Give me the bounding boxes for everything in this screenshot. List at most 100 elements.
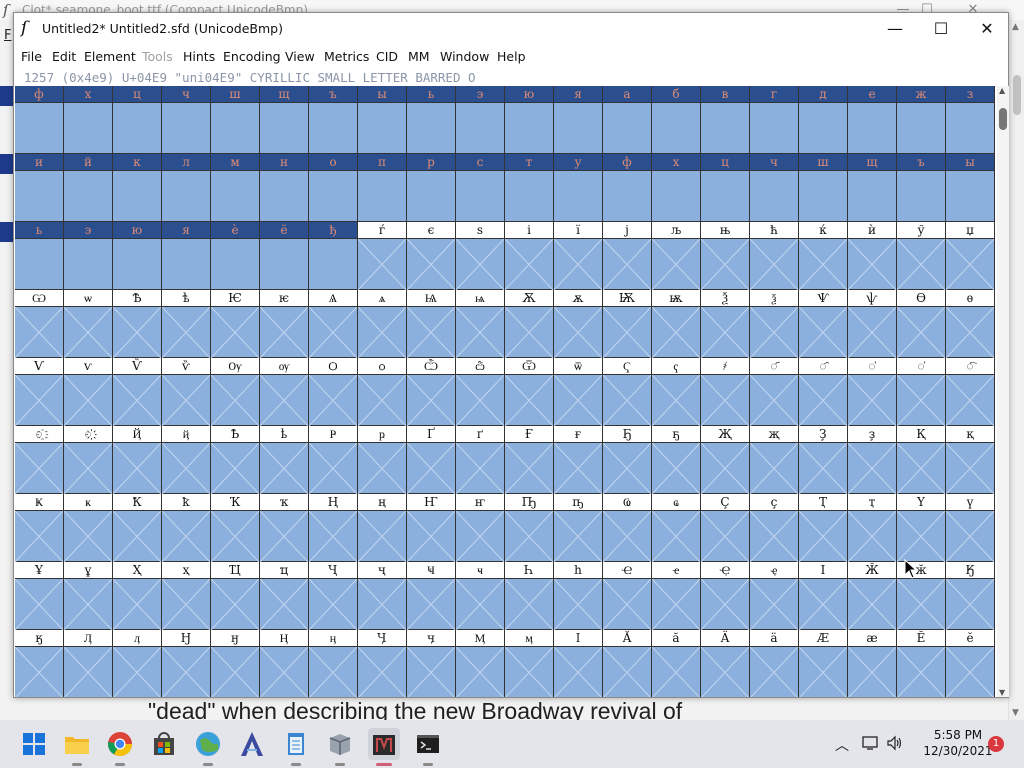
glyph-cell[interactable]: ◌҅: [848, 358, 897, 426]
glyph-cell[interactable]: ь: [407, 86, 456, 154]
glyph-cell[interactable]: п: [358, 154, 407, 222]
glyph-cell[interactable]: ◌҃: [750, 358, 799, 426]
taskbar-clock[interactable]: 5:58 PM 12/30/2021: [918, 727, 998, 759]
glyph-cell[interactable]: м: [211, 154, 260, 222]
glyph-cell[interactable]: Ӈ: [162, 630, 211, 697]
glyph-cell[interactable]: Ѥ: [211, 290, 260, 358]
glyph-cell[interactable]: Ӊ: [260, 630, 309, 697]
glyph-cell[interactable]: ӆ: [113, 630, 162, 697]
glyph-cell[interactable]: є: [407, 222, 456, 290]
glyph-cell[interactable]: Ү: [897, 494, 946, 562]
glyph-cell[interactable]: ҥ: [456, 494, 505, 562]
glyph-cell[interactable]: ҝ: [64, 494, 113, 562]
glyph-cell[interactable]: ѭ: [652, 290, 701, 358]
glyph-cell[interactable]: з: [946, 86, 995, 154]
glyph-cell[interactable]: ҧ: [554, 494, 603, 562]
glyph-cell[interactable]: д: [799, 86, 848, 154]
glyph-cell[interactable]: ң: [358, 494, 407, 562]
glyph-cell[interactable]: ҩ: [652, 494, 701, 562]
glyph-cell[interactable]: Ѱ: [799, 290, 848, 358]
glyph-cell[interactable]: ѥ: [260, 290, 309, 358]
folder-icon[interactable]: [61, 728, 93, 766]
glyph-cell[interactable]: ◌҈: [15, 426, 64, 494]
glyph-cell[interactable]: Ғ: [505, 426, 554, 494]
maximize-button[interactable]: ☐: [918, 13, 964, 44]
menu-cid[interactable]: CID: [376, 49, 398, 64]
glyph-cell[interactable]: я: [554, 86, 603, 154]
glyph-cell[interactable]: ґ: [456, 426, 505, 494]
glyph-cell[interactable]: ѯ: [750, 290, 799, 358]
glyph-cell[interactable]: ѓ: [358, 222, 407, 290]
glyph-cell[interactable]: ҁ: [652, 358, 701, 426]
glyph-cell[interactable]: ѵ: [64, 358, 113, 426]
glyph-cell[interactable]: Ӑ: [603, 630, 652, 697]
glyph-cell[interactable]: ӗ: [946, 630, 995, 697]
glyph-cell[interactable]: ҽ: [652, 562, 701, 630]
terminal-icon[interactable]: [412, 728, 444, 766]
glyph-cell[interactable]: ҷ: [358, 562, 407, 630]
glyph-cell[interactable]: һ: [554, 562, 603, 630]
glyph-cell[interactable]: ё: [260, 222, 309, 290]
glyph-cell[interactable]: Ѧ: [309, 290, 358, 358]
menu-help[interactable]: Help: [497, 49, 526, 64]
menu-file[interactable]: File: [21, 49, 42, 64]
menu-encoding[interactable]: Encoding: [223, 49, 281, 64]
background-scrollbar[interactable]: ▲ ▼: [1008, 20, 1024, 720]
glyph-cell[interactable]: Ѷ: [113, 358, 162, 426]
glyph-cell[interactable]: Ҽ: [603, 562, 652, 630]
glyph-cell[interactable]: ҕ: [652, 426, 701, 494]
glyph-cell[interactable]: ӌ: [407, 630, 456, 697]
glyph-cell[interactable]: щ: [260, 86, 309, 154]
menu-window[interactable]: Window: [440, 49, 489, 64]
glyph-cell[interactable]: Ѡ: [15, 290, 64, 358]
glyph-cell[interactable]: ѱ: [848, 290, 897, 358]
glyph-cell[interactable]: ф: [603, 154, 652, 222]
glyph-cell[interactable]: Ҭ: [799, 494, 848, 562]
glyph-cell[interactable]: Ұ: [15, 562, 64, 630]
glyph-cell[interactable]: Ѫ: [505, 290, 554, 358]
glyph-cell[interactable]: ѷ: [162, 358, 211, 426]
background-menu-file[interactable]: F: [4, 28, 11, 43]
glyph-cell[interactable]: Ѵ: [15, 358, 64, 426]
globe-app-icon[interactable]: [192, 728, 224, 766]
glyph-cell[interactable]: Ҍ: [211, 426, 260, 494]
a-app-icon[interactable]: [236, 728, 268, 760]
glyph-cell[interactable]: Ѩ: [407, 290, 456, 358]
glyph-cell[interactable]: ѽ: [456, 358, 505, 426]
glyph-cell[interactable]: Ҵ: [211, 562, 260, 630]
menu-hints[interactable]: Hints: [183, 49, 215, 64]
glyph-cell[interactable]: ї: [554, 222, 603, 290]
glyph-cell[interactable]: њ: [701, 222, 750, 290]
glyph-cell[interactable]: Һ: [505, 562, 554, 630]
glyph-cell[interactable]: Ӓ: [701, 630, 750, 697]
glyph-cell[interactable]: ѿ: [554, 358, 603, 426]
glyph-cell[interactable]: в: [701, 86, 750, 154]
glyph-cell[interactable]: ӊ: [309, 630, 358, 697]
glyph-cell[interactable]: Ӌ: [358, 630, 407, 697]
glyph-cell[interactable]: ѡ: [64, 290, 113, 358]
glyph-cell[interactable]: б: [652, 86, 701, 154]
glyph-cell[interactable]: і: [505, 222, 554, 290]
minimize-button[interactable]: —: [872, 13, 918, 44]
glyph-cell[interactable]: э: [64, 222, 113, 290]
network-icon[interactable]: [862, 735, 880, 751]
glyph-cell[interactable]: ҏ: [358, 426, 407, 494]
menu-metrics[interactable]: Metrics: [324, 49, 369, 64]
glyph-cell[interactable]: Ҧ: [505, 494, 554, 562]
glyph-cell[interactable]: ҵ: [260, 562, 309, 630]
glyph-cell[interactable]: ь: [15, 222, 64, 290]
glyph-cell[interactable]: Ѳ: [897, 290, 946, 358]
glyph-cell[interactable]: Ҏ: [309, 426, 358, 494]
chrome-icon[interactable]: [104, 728, 136, 766]
glyph-cell[interactable]: ј: [603, 222, 652, 290]
glyph-cell[interactable]: җ: [750, 426, 799, 494]
glyph-cell[interactable]: қ: [946, 426, 995, 494]
glyph-cell[interactable]: ӈ: [211, 630, 260, 697]
glyph-cell[interactable]: Ѭ: [603, 290, 652, 358]
menu-edit[interactable]: Edit: [52, 49, 76, 64]
glyph-cell[interactable]: Ӂ: [848, 562, 897, 630]
volume-icon[interactable]: [886, 735, 904, 751]
glyph-cell[interactable]: Ӄ: [946, 562, 995, 630]
glyph-cell[interactable]: е: [848, 86, 897, 154]
fontforge-icon[interactable]: [368, 728, 400, 766]
